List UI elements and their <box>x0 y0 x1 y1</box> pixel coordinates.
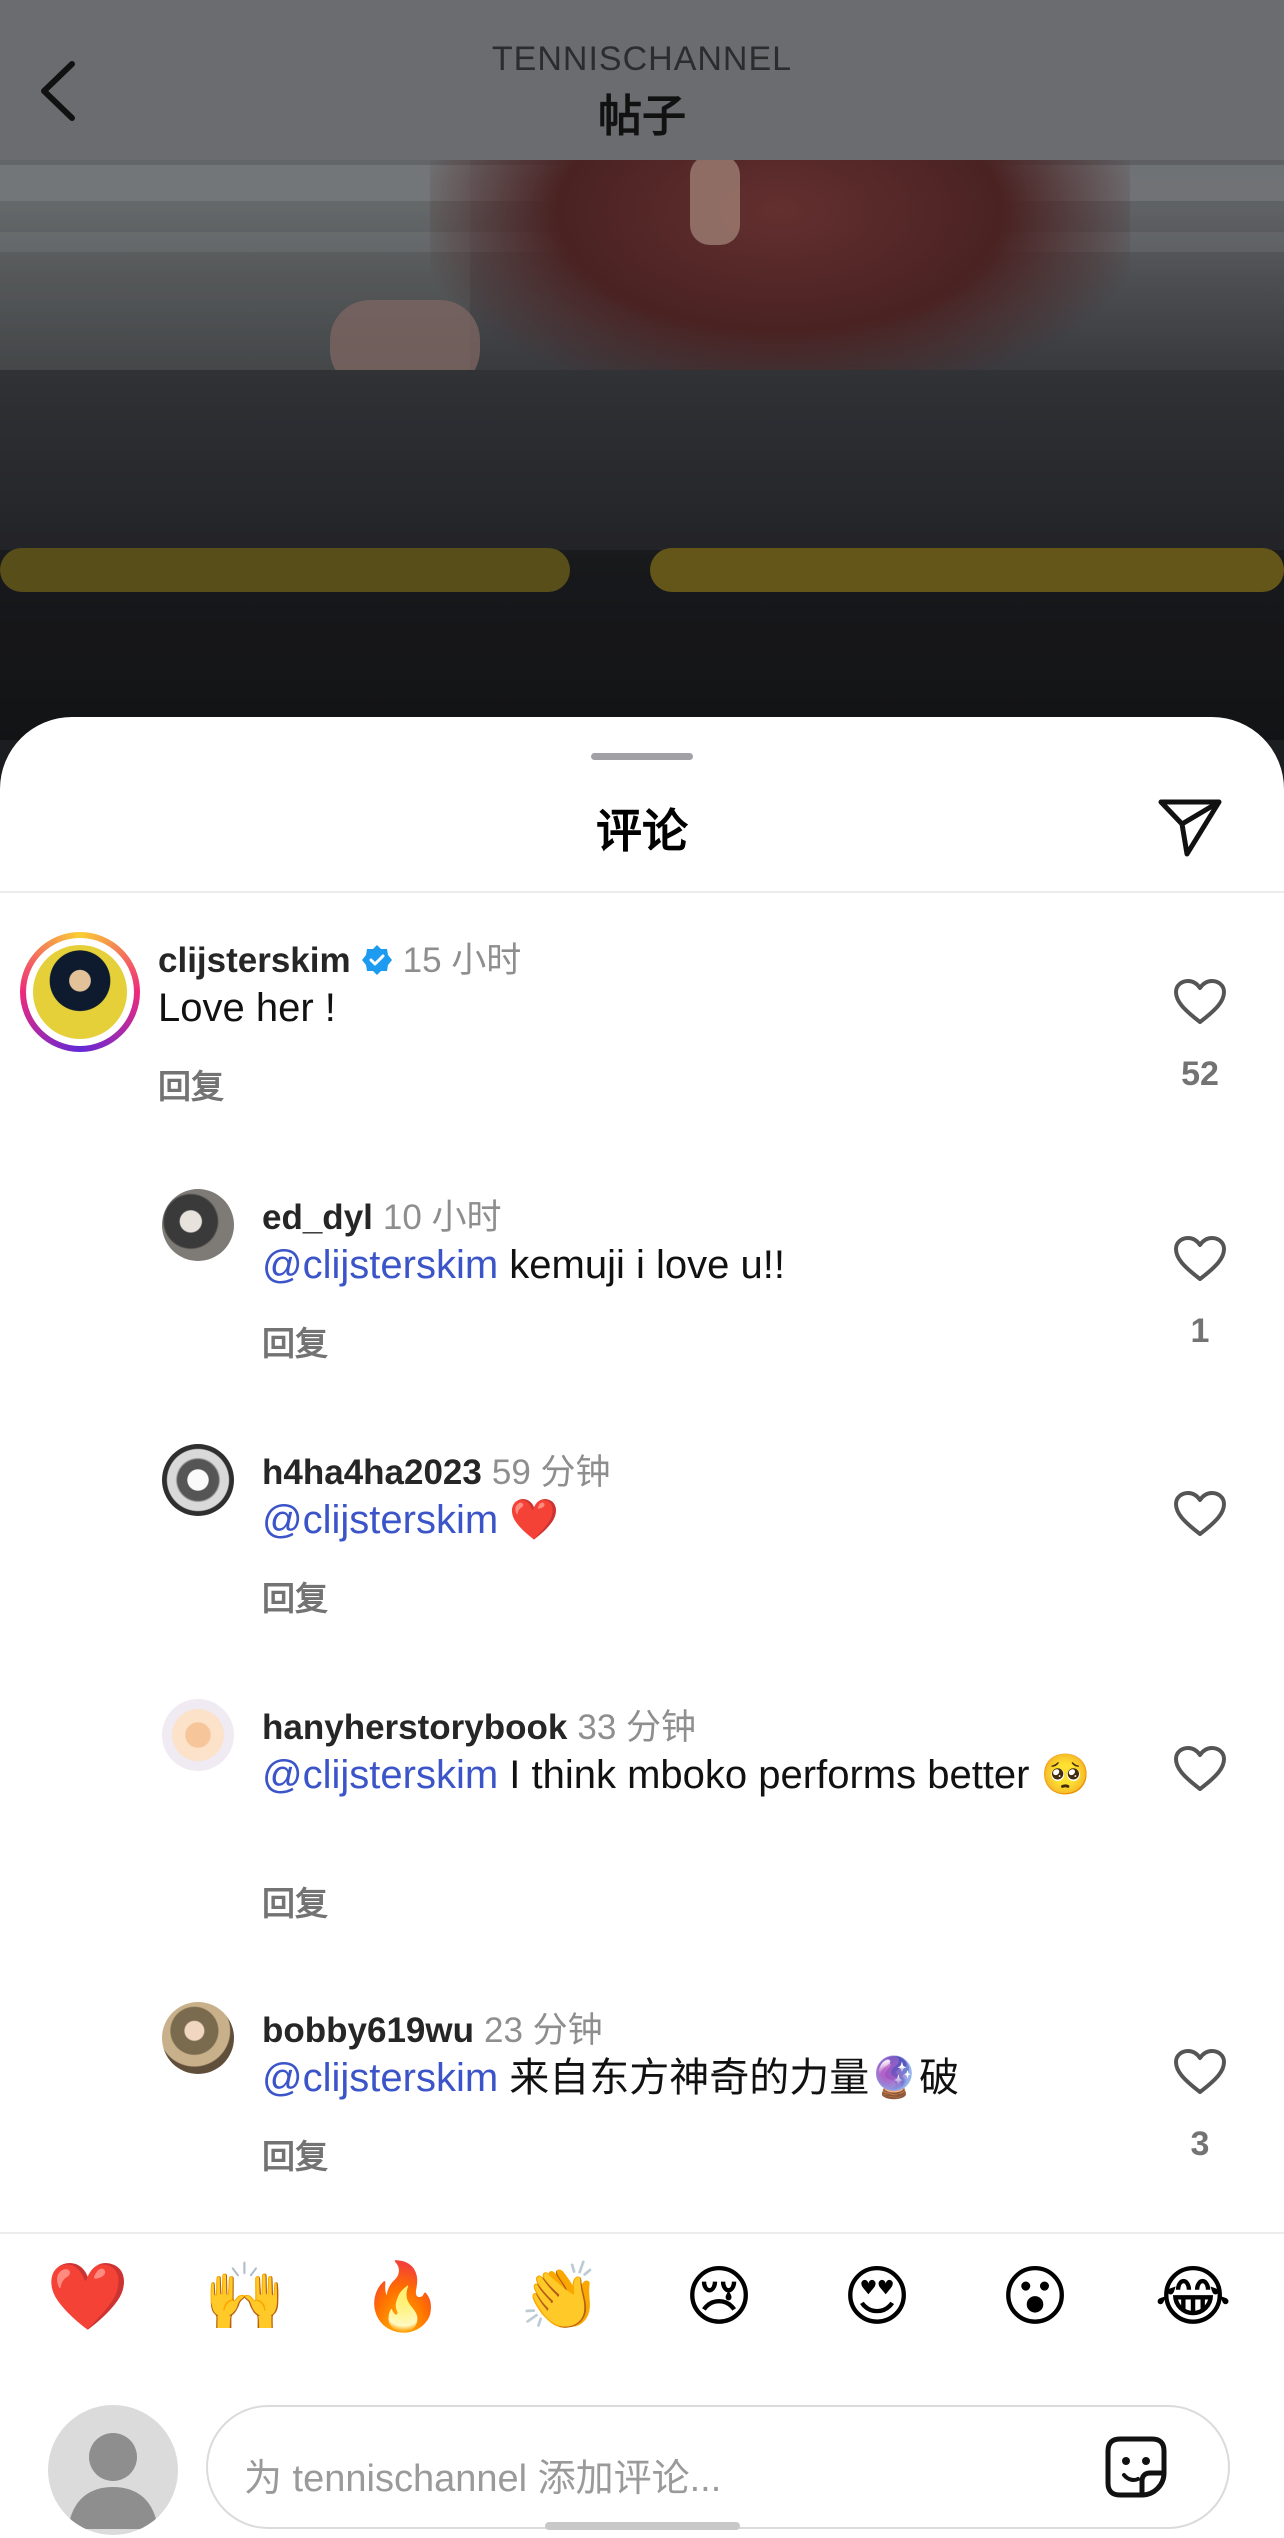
comment-text: @clijsterskim I think mboko performs bet… <box>262 1753 1091 1797</box>
comment-text: Love her ! <box>158 986 336 1030</box>
post-owner[interactable]: TENNISCHANNEL <box>0 40 1284 79</box>
my-avatar[interactable] <box>48 2405 178 2535</box>
reaction-heart[interactable]: ❤️ <box>38 2262 138 2332</box>
reply-button[interactable]: 回复 <box>262 2130 328 2178</box>
reply-button[interactable]: 回复 <box>158 1060 224 1108</box>
reaction-raised-hands[interactable]: 🙌 <box>195 2262 295 2332</box>
divider <box>0 891 1284 893</box>
like-button[interactable] <box>1168 2048 1232 2101</box>
heart-icon <box>1174 1491 1226 1536</box>
user-silhouette-icon <box>68 2433 158 2529</box>
comment-username[interactable]: clijsterskim 15 小时 <box>158 932 521 983</box>
like-button[interactable] <box>1168 1745 1232 1798</box>
comment-input[interactable]: 为 tennischannel 添加评论... <box>206 2405 1230 2529</box>
comments-sheet: 评论 clijsterskim 15 小时 Love her ! 回复 52 ed… <box>0 717 1284 2538</box>
page-title: 帖子 <box>598 92 686 141</box>
comment-username[interactable]: hanyherstorybook 33 分钟 <box>262 1699 696 1750</box>
comment-username[interactable]: ed_dyl 10 小时 <box>262 1189 502 1240</box>
like-count: 1 <box>1190 1312 1210 1350</box>
like-button[interactable] <box>1168 1235 1232 1288</box>
mention-link[interactable]: @clijsterskim <box>262 2056 498 2100</box>
like-button[interactable] <box>1168 978 1232 1031</box>
divider <box>0 2232 1284 2234</box>
top-bar: TENNISCHANNEL 帖子 <box>0 0 1284 160</box>
share-button[interactable] <box>1150 787 1230 867</box>
comment-item: hanyherstorybook 33 分钟 @clijsterskim I th… <box>0 1699 1284 1922</box>
drag-handle[interactable] <box>591 753 693 760</box>
comment-text: @clijsterskim ❤️ <box>262 1498 560 1542</box>
comment-input-placeholder: 为 tennischannel 添加评论... <box>244 2458 722 2500</box>
comment-text: @clijsterskim 来自东方神奇的力量🔮破 <box>262 2056 960 2100</box>
comment-username[interactable]: bobby619wu 23 分钟 <box>262 2002 603 2053</box>
comment-username[interactable]: h4ha4ha2023 59 分钟 <box>262 1444 611 1495</box>
comment-item: ed_dyl 10 小时 @clijsterskim kemuji i love … <box>0 1189 1284 1362</box>
verified-badge-icon <box>361 945 392 975</box>
sticker-icon <box>1105 2436 1167 2498</box>
mention-link[interactable]: @clijsterskim <box>262 1753 498 1797</box>
comment-item: clijsterskim 15 小时 Love her ! 回复 52 <box>0 932 1284 1105</box>
like-count: 3 <box>1190 2125 1210 2163</box>
heart-icon <box>1174 979 1226 1024</box>
reaction-cry[interactable]: 😢 <box>669 2262 769 2332</box>
comment-item: bobby619wu 23 分钟 @clijsterskim 来自东方神奇的力量🔮… <box>0 2002 1284 2175</box>
mention-link[interactable]: @clijsterskim <box>262 1498 498 1542</box>
sticker-button[interactable] <box>1098 2429 1174 2505</box>
sheet-title: 评论 <box>596 805 688 857</box>
avatar[interactable] <box>162 1189 234 1261</box>
reply-button[interactable]: 回复 <box>262 1572 328 1620</box>
avatar[interactable] <box>162 1699 234 1771</box>
reaction-laugh[interactable]: 😂 <box>1143 2262 1243 2332</box>
send-icon <box>1158 799 1222 857</box>
reply-button[interactable]: 回复 <box>262 1317 328 1365</box>
reaction-fire[interactable]: 🔥 <box>353 2262 453 2332</box>
comment-item: h4ha4ha2023 59 分钟 @clijsterskim ❤️ 回复 <box>0 1444 1284 1617</box>
avatar[interactable] <box>20 932 140 1052</box>
comment-text: @clijsterskim kemuji i love u!! <box>262 1243 785 1287</box>
reaction-heart-eyes[interactable]: 😍 <box>827 2262 927 2332</box>
avatar[interactable] <box>162 2002 234 2074</box>
like-count: 52 <box>1181 1055 1219 1093</box>
reply-button[interactable]: 回复 <box>262 1877 328 1925</box>
reaction-clap[interactable]: 👏 <box>511 2262 611 2332</box>
like-button[interactable] <box>1168 1490 1232 1543</box>
mention-link[interactable]: @clijsterskim <box>262 1243 498 1287</box>
heart-icon <box>1174 2049 1226 2094</box>
heart-icon <box>1174 1746 1226 1791</box>
heart-icon <box>1174 1236 1226 1281</box>
avatar[interactable] <box>162 1444 234 1516</box>
home-indicator[interactable] <box>545 2522 740 2530</box>
reaction-wow[interactable]: 😮 <box>985 2262 1085 2332</box>
